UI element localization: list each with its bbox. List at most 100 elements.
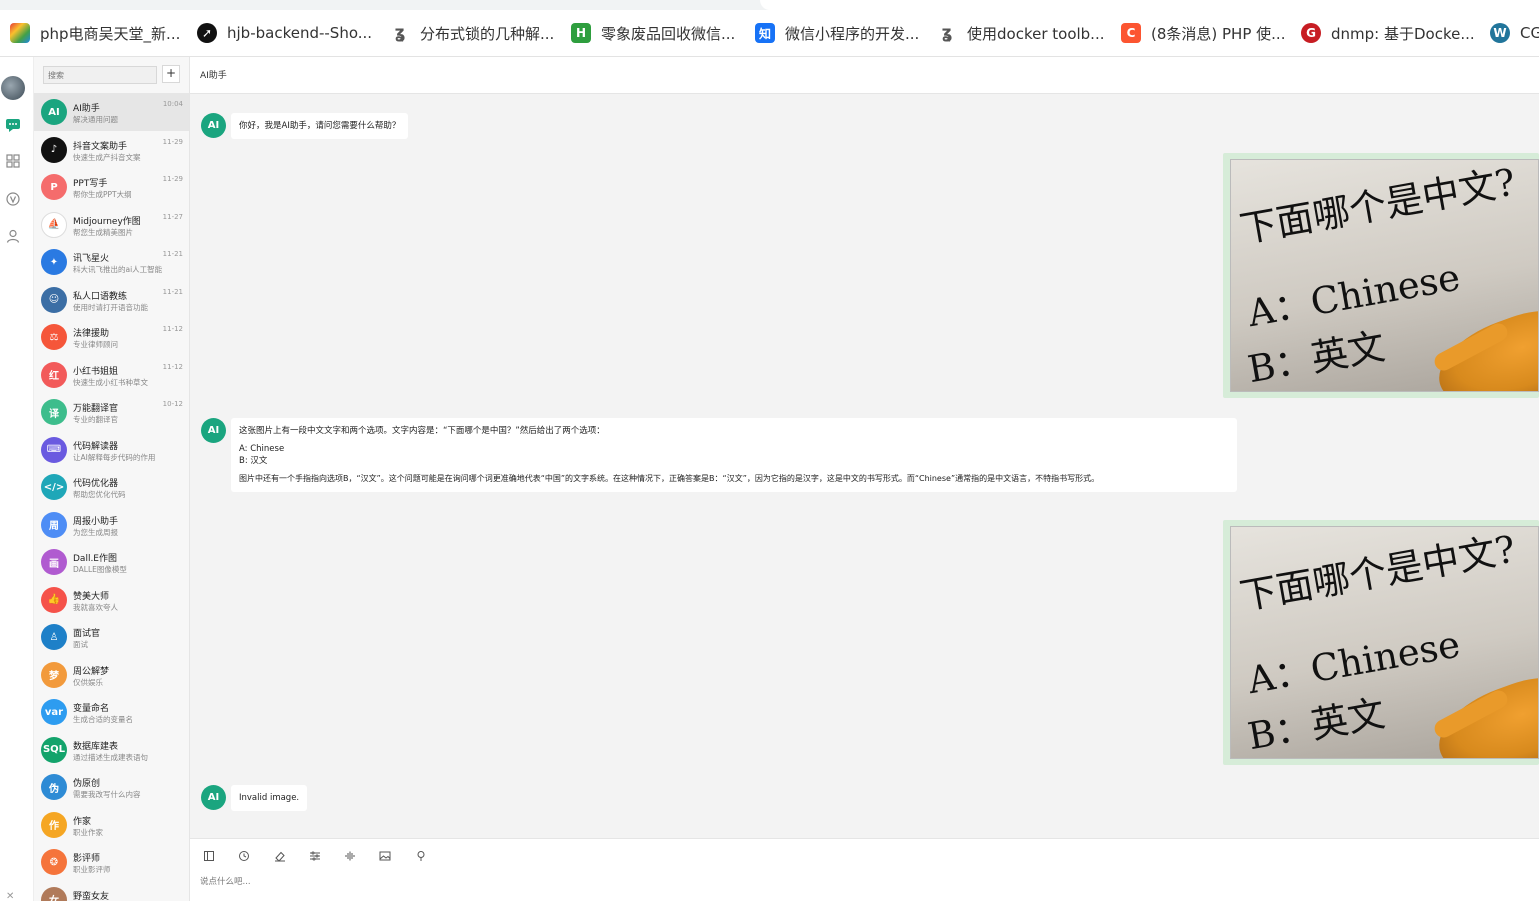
apps-grid-icon[interactable] <box>4 152 22 170</box>
user-avatar[interactable] <box>1 76 25 100</box>
bookmark-2[interactable]: ➚ hjb-backend--Sho... <box>197 22 372 44</box>
sidebar-toggle-icon[interactable] <box>202 849 216 863</box>
answer-line-3: B: 汉文 <box>239 456 268 466</box>
image-upload-icon[interactable] <box>378 849 392 863</box>
gitee-icon: G <box>1301 23 1321 43</box>
user-image-message[interactable]: 下面哪个是中文? A：Chinese B：英文 <box>1223 153 1539 398</box>
user-profile-icon[interactable] <box>4 227 22 245</box>
csdn-icon: C <box>1121 23 1141 43</box>
photo-text-line1: 下面哪个是中文? <box>1236 527 1519 619</box>
chat-list-item[interactable]: 女野蛮女友 <box>34 881 189 901</box>
chat-icon[interactable] <box>4 116 22 134</box>
chat-item-name: 周报小助手 <box>73 516 119 527</box>
assistant-message-greeting: 你好，我是AI助手，请问您需要什么帮助？ <box>231 113 409 139</box>
chat-list-item[interactable]: 周周报小助手 为您生成周报 <box>34 506 189 544</box>
chat-item-desc: 解决通用问题 <box>73 115 118 124</box>
photo-text-line1: 下面哪个是中文? <box>1236 160 1519 252</box>
chat-list-item[interactable]: 红小红书姐姐 快速生成小红书种草文 11-12 <box>34 356 189 394</box>
chat-item-name: 作家 <box>73 816 92 827</box>
chat-window: AI助手 AI 你好，我是AI助手，请问您需要什么帮助？ 下面哪个是中文? A：… <box>190 57 1539 901</box>
zhihu-icon: 知 <box>755 23 775 43</box>
assistant-message-invalid: Invalid image. <box>231 785 308 811</box>
bot-avatar-icon: 红 <box>41 361 67 388</box>
eraser-icon[interactable] <box>273 849 287 863</box>
chat-list-item[interactable]: P PPT写手 帮你生成PPT大纲 11-29 <box>34 168 189 206</box>
chat-list-item[interactable]: </> 代码优化器 帮助您优化代码 <box>34 468 189 506</box>
chat-item-desc: 帮您生成精美图片 <box>73 227 133 237</box>
bot-avatar-icon: ⚖ <box>41 324 67 350</box>
assistant-avatar: AI <box>201 785 226 810</box>
chat-list-item[interactable]: 译万能翻译官 专业的翻译官 10-12 <box>34 393 189 431</box>
bookmark-9[interactable]: WCG <box>1490 22 1539 44</box>
app-nav: ✕ <box>0 57 34 902</box>
message-text: 你好，我是AI助手，请问您需要什么帮助？ <box>239 121 401 131</box>
bot-avatar-icon: 👍 <box>41 586 67 613</box>
bookmark-3[interactable]: ʓ 分布式锁的几种解... <box>390 22 555 44</box>
chat-header: AI助手 <box>190 57 1539 94</box>
chat-item-name: 讯飞星火 <box>73 254 110 264</box>
assistant-avatar: AI <box>201 113 226 138</box>
chat-list-item[interactable]: 伪伪原创 需要我改写什么内容 <box>34 768 189 806</box>
bot-avatar-icon: ⛵ <box>41 211 67 238</box>
chat-item-name: 数据库建表 <box>73 741 119 752</box>
bookmark-5[interactable]: 知微信小程序的开发... <box>755 22 919 44</box>
settings-sliders-icon[interactable] <box>308 849 322 863</box>
chat-list-item[interactable]: var 变量命名 生成合适的变量名 <box>34 693 189 731</box>
uploaded-photo[interactable]: 下面哪个是中文? A：Chinese B：英文 <box>1230 159 1539 392</box>
location-pin-icon[interactable] <box>414 849 428 863</box>
chat-item-desc: 快速生成产抖音文案 <box>73 152 141 162</box>
add-chat-button[interactable]: + <box>162 65 180 83</box>
chat-item-time: 11-27 <box>162 212 183 221</box>
search-input[interactable] <box>43 66 157 84</box>
chat-item-time: 11-12 <box>162 325 183 333</box>
chat-title: AI助手 <box>200 71 227 81</box>
uploaded-photo[interactable]: 下面哪个是中文? A：Chinese B：英文 <box>1230 526 1539 759</box>
bookmark-6[interactable]: ʓ 使用docker toolb... <box>937 22 1105 44</box>
chat-item-name: 代码解读器 <box>73 441 119 452</box>
chat-list: + AI AI助手解决通用问题 10:04 ♪ 抖音文案助手快速生成产抖音文案 11-29… <box>34 57 190 901</box>
chat-list-item[interactable]: ❂ 影评师 职业影评师 <box>34 843 189 881</box>
chat-item-desc: 使用时请打开语音功能 <box>73 302 148 312</box>
bot-avatar-icon: P <box>41 174 67 200</box>
chat-item-desc: 专业律师顾问 <box>73 340 118 349</box>
bookmark-7[interactable]: C (8条消息) PHP 使... <box>1121 22 1285 44</box>
chat-item-desc: 为您生成周报 <box>73 527 118 537</box>
bookmark-4[interactable]: H 零象废品回收微信... <box>571 22 735 44</box>
history-icon[interactable] <box>237 849 251 863</box>
vip-icon[interactable] <box>4 190 22 208</box>
chat-item-name: 变量命名 <box>73 704 110 714</box>
voice-waveform-icon[interactable] <box>343 849 357 863</box>
message-input[interactable]: 说点什么吧... <box>200 875 251 887</box>
chat-list-item[interactable]: ♪ 抖音文案助手 快速生成产抖音文案 11-29 <box>34 131 189 169</box>
chat-list-item[interactable]: SQL 数据库建表 通过描述生成建表语句 <box>34 731 189 769</box>
chat-list-item[interactable]: ☺ 私人口语教练 使用时请打开语音功能 11-21 <box>34 281 189 319</box>
chat-list-item[interactable]: 画 Dall.E作图 DALLE图像模型 <box>34 543 189 581</box>
chat-item-name: 私人口语教练 <box>73 291 128 302</box>
user-image-message[interactable]: 下面哪个是中文? A：Chinese B：英文 <box>1223 520 1539 765</box>
chat-item-desc: 需要我改写什么内容 <box>73 790 141 799</box>
bot-avatar-icon: AI <box>41 99 67 125</box>
chat-list-item[interactable]: ⚖ 法律援助 专业律师顾问 11-12 <box>34 318 189 356</box>
chat-list-item[interactable]: ♙ 面试官 面试 <box>34 618 189 656</box>
chat-list-item[interactable]: AI AI助手 解决通用问题 10:04 <box>34 93 189 131</box>
chat-list-item[interactable]: 👍 赞美大师 我就喜欢夸人 <box>34 581 189 619</box>
chat-item-desc: 生成合适的变量名 <box>73 715 133 724</box>
chat-list-item[interactable]: 梦周公解梦 仅供娱乐 <box>34 656 189 694</box>
chat-list-item[interactable]: ⛵ Midjourney作图 帮您生成精美图片 11-27 <box>34 206 189 244</box>
chat-item-name: 影评师 <box>73 854 101 864</box>
bot-avatar-icon: 女 <box>41 886 67 901</box>
chat-item-name: 代码优化器 <box>73 479 119 489</box>
bot-avatar-icon: 作 <box>41 811 67 838</box>
bookmark-8[interactable]: Gdnmp: 基于Docke... <box>1301 22 1475 44</box>
chat-list-item[interactable]: 作作家 职业作家 <box>34 806 189 844</box>
bookmark-1[interactable]: php电商吴天堂_新... <box>10 22 180 44</box>
chat-item-name: 小红书姐姐 <box>73 366 119 377</box>
chat-list-item[interactable]: ⌨ 代码解读器 让AI解释每步代码的作用 <box>34 431 189 469</box>
chat-item-time: 11-12 <box>162 362 183 371</box>
feather-icon: ʓ <box>941 23 953 43</box>
chat-list-item[interactable]: ✦ 讯飞星火 科大讯飞推出的ai人工智能 11-21 <box>34 243 189 281</box>
feather-icon: ʓ <box>394 23 406 43</box>
collapse-icon[interactable]: ✕ <box>6 891 14 902</box>
compass-icon: ➚ <box>197 23 217 43</box>
bot-avatar-icon: var <box>41 699 67 725</box>
